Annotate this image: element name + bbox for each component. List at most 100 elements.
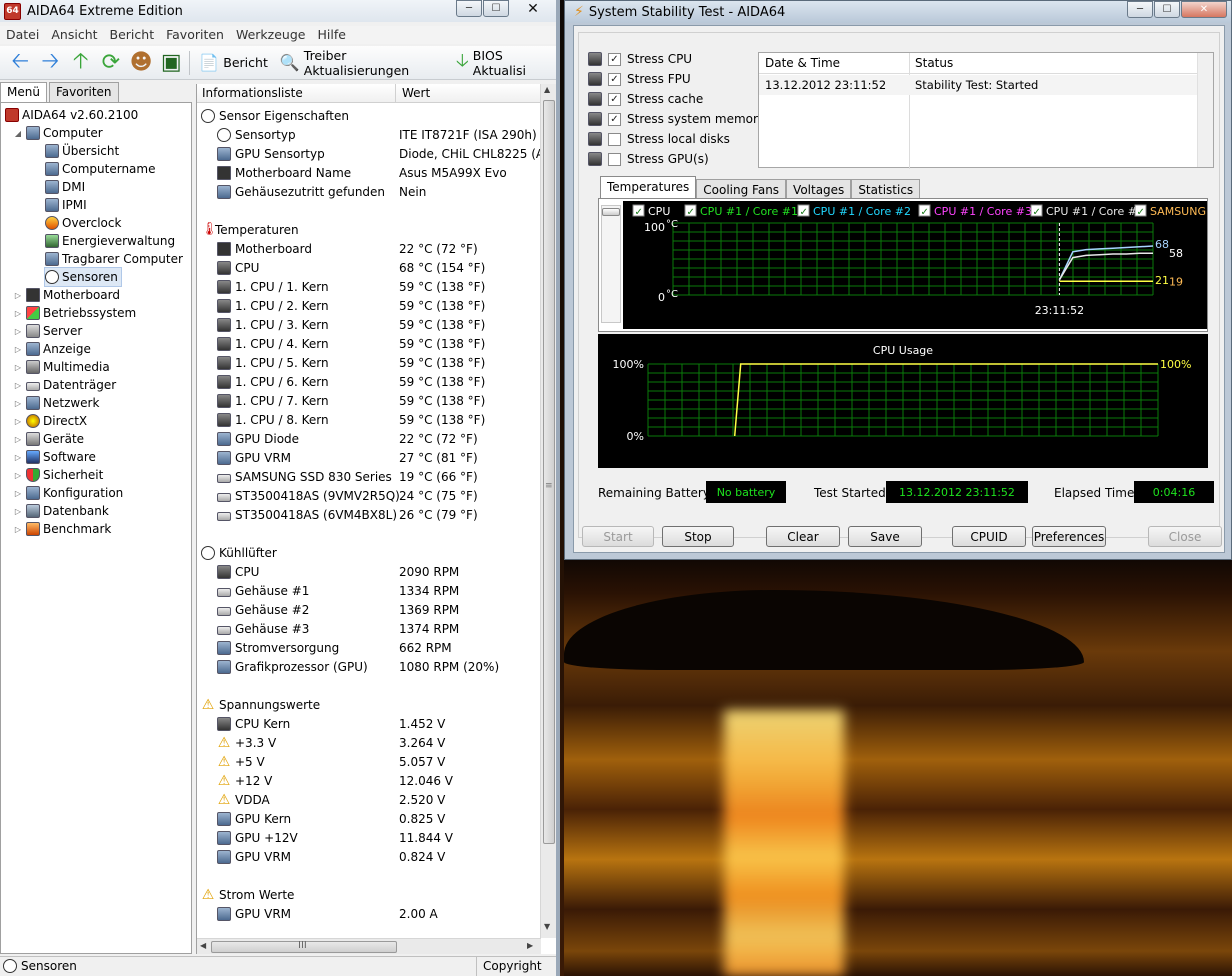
bios-update-button[interactable]: 🡣 BIOS Aktualisi (453, 48, 556, 78)
sensor-row[interactable]: Gehäuse #2 1369 RPM (201, 600, 541, 619)
column-header-value[interactable]: Wert (402, 86, 430, 100)
tree-item-power-management[interactable]: Energieverwaltung (45, 232, 175, 250)
sensor-row[interactable]: Motherboard Name Asus M5A99X Evo (201, 163, 541, 182)
tree-item-multimedia[interactable]: ▷ Multimedia (13, 358, 110, 376)
expand-icon[interactable]: ▷ (13, 525, 23, 534)
menu-hilfe[interactable]: Hilfe (311, 26, 351, 44)
tree-item-configuration[interactable]: ▷ Konfiguration (13, 484, 123, 502)
sensor-row[interactable]: 1. CPU / 8. Kern 59 °C (138 °F) (201, 410, 541, 429)
stress-option[interactable]: ✓ Stress system memory (588, 110, 765, 128)
tab-cooling-fans[interactable]: Cooling Fans (696, 179, 787, 198)
tree-item-ipmi[interactable]: IPMI (45, 196, 87, 214)
section-header[interactable]: 🌡 Temperaturen (201, 220, 541, 239)
sensor-row[interactable]: Gehäusezutritt gefunden Nein (201, 182, 541, 201)
report-button[interactable]: 📄 Bericht (196, 53, 271, 72)
sensor-row[interactable]: ST3500418AS (9VMV2R5Q) 24 °C (75 °F) (201, 486, 541, 505)
menu-datei[interactable]: Datei (0, 26, 45, 44)
stress-checkbox[interactable]: ✓ (608, 92, 621, 106)
menu-werkzeuge[interactable]: Werkzeuge (230, 26, 312, 44)
expand-icon[interactable]: ▷ (13, 453, 23, 462)
section-header[interactable]: Kühllüfter (201, 543, 541, 562)
stress-option[interactable]: ✓ Stress CPU (588, 50, 692, 68)
sensor-row[interactable]: CPU 68 °C (154 °F) (201, 258, 541, 277)
stability-minimize-button[interactable]: ─ (1127, 1, 1153, 18)
cpuid-button[interactable]: CPUID (952, 526, 1026, 547)
temp-slider-track[interactable] (601, 205, 621, 323)
scroll-right-arrow-icon[interactable]: ▶ (527, 941, 533, 950)
tree-item-motherboard[interactable]: ▷ Motherboard (13, 286, 120, 304)
monitor-chart-icon[interactable]: ▣ (159, 50, 183, 75)
stress-checkbox[interactable]: ✓ (608, 112, 621, 126)
stress-checkbox[interactable] (608, 132, 621, 146)
collapse-icon[interactable]: ◢ (13, 129, 23, 138)
expand-icon[interactable]: ▷ (13, 435, 23, 444)
stress-option[interactable]: Stress GPU(s) (588, 150, 709, 168)
sensor-row[interactable]: Gehäuse #1 1334 RPM (201, 581, 541, 600)
sensor-row[interactable]: GPU Kern 0.825 V (201, 809, 541, 828)
section-header[interactable]: Sensor Eigenschaften (201, 106, 541, 125)
stress-option[interactable]: Stress local disks (588, 130, 730, 148)
scroll-up-arrow-icon[interactable]: ▲ (544, 85, 550, 94)
tree-item-security[interactable]: ▷ Sicherheit (13, 466, 103, 484)
menu-ansicht[interactable]: Ansicht (45, 26, 103, 44)
users-icon[interactable]: ☻ (129, 50, 153, 75)
vertical-scroll-thumb[interactable]: ≡ (543, 100, 555, 844)
minimize-button[interactable]: ─ (456, 0, 482, 17)
tree-item-display[interactable]: ▷ Anzeige (13, 340, 91, 358)
save-button[interactable]: Save (848, 526, 922, 547)
tab-statistics[interactable]: Statistics (851, 179, 921, 198)
sensor-row[interactable]: CPU 2090 RPM (201, 562, 541, 581)
legend-entry[interactable]: ✓ CPU #1 / Core #4 (1030, 204, 1144, 218)
refresh-icon[interactable]: ⟳ (99, 50, 123, 75)
tree-item-software[interactable]: ▷ Software (13, 448, 96, 466)
sensor-row[interactable]: 1. CPU / 1. Kern 59 °C (138 °F) (201, 277, 541, 296)
start-button[interactable]: Start (582, 526, 654, 547)
maximize-button[interactable]: ☐ (483, 0, 509, 17)
menu-bericht[interactable]: Bericht (104, 26, 161, 44)
stability-titlebar[interactable]: ⚡ System Stability Test - AIDA64 ─ ☐ ✕ (565, 1, 1231, 23)
tab-favorites[interactable]: Favoriten (48, 82, 119, 102)
sensor-row[interactable]: Grafikprozessor (GPU) 1080 RPM (20%) (201, 657, 541, 676)
tree-item-sensors[interactable]: Sensoren (44, 267, 122, 287)
sensor-row[interactable]: ⚠ +5 V 5.057 V (201, 752, 541, 771)
sensor-row[interactable]: GPU Diode 22 °C (72 °F) (201, 429, 541, 448)
tree-item-benchmark[interactable]: ▷ Benchmark (13, 520, 111, 538)
up-arrow-icon[interactable]: 🡡 (68, 49, 92, 74)
scroll-left-arrow-icon[interactable]: ◀ (200, 941, 206, 950)
sensor-row[interactable]: GPU Sensortyp Diode, CHiL CHL8225 (AT (201, 144, 551, 163)
stop-button[interactable]: Stop (662, 526, 734, 547)
legend-entry[interactable]: ✓ CPU #1 / Core #1 (684, 204, 798, 218)
stress-checkbox[interactable]: ✓ (608, 72, 621, 86)
back-arrow-icon[interactable]: 🡠 (8, 49, 32, 74)
forward-arrow-icon[interactable]: 🡢 (38, 49, 62, 74)
horizontal-scroll-thumb[interactable]: III (211, 940, 397, 953)
main-titlebar[interactable]: 64 AIDA64 Extreme Edition ─ ☐ ✕ (0, 0, 556, 22)
expand-icon[interactable]: ▷ (13, 381, 23, 390)
sensor-row[interactable]: SAMSUNG SSD 830 Series 19 °C (66 °F) (201, 467, 541, 486)
sensor-row[interactable]: GPU VRM 2.00 A (201, 904, 541, 923)
sensor-row[interactable]: GPU +12V 11.844 V (201, 828, 541, 847)
close-window-button[interactable]: ✕ (510, 0, 556, 17)
sensor-row[interactable]: 1. CPU / 5. Kern 59 °C (138 °F) (201, 353, 541, 372)
close-button[interactable]: Close (1148, 526, 1222, 547)
tree-item-overview[interactable]: Übersicht (45, 142, 119, 160)
sensor-row[interactable]: 1. CPU / 4. Kern 59 °C (138 °F) (201, 334, 541, 353)
log-row[interactable]: 13.12.2012 23:11:52 Stability Test: Star… (759, 75, 1197, 95)
expand-icon[interactable]: ▷ (13, 489, 23, 498)
sensor-row[interactable]: ST3500418AS (6VM4BX8L) 26 °C (79 °F) (201, 505, 541, 524)
tree-item-computername[interactable]: Computername (45, 160, 155, 178)
tab-menu[interactable]: Menü (0, 82, 47, 103)
tab-temperatures[interactable]: Temperatures (600, 176, 697, 199)
sensor-row[interactable]: Gehäuse #3 1374 RPM (201, 619, 541, 638)
column-header-information[interactable]: Informationsliste (202, 86, 303, 100)
menu-favoriten[interactable]: Favoriten (160, 26, 230, 44)
clear-button[interactable]: Clear (766, 526, 840, 547)
sensor-row[interactable]: 1. CPU / 3. Kern 59 °C (138 °F) (201, 315, 541, 334)
expand-icon[interactable]: ▷ (13, 309, 23, 318)
expand-icon[interactable]: ▷ (13, 327, 23, 336)
sensor-row[interactable]: ⚠ +12 V 12.046 V (201, 771, 541, 790)
tree-item-computer[interactable]: ◢ Computer (13, 124, 103, 142)
tree-item-dmi[interactable]: DMI (45, 178, 85, 196)
expand-icon[interactable]: ▷ (13, 399, 23, 408)
sensor-row[interactable]: ⚠ +3.3 V 3.264 V (201, 733, 541, 752)
